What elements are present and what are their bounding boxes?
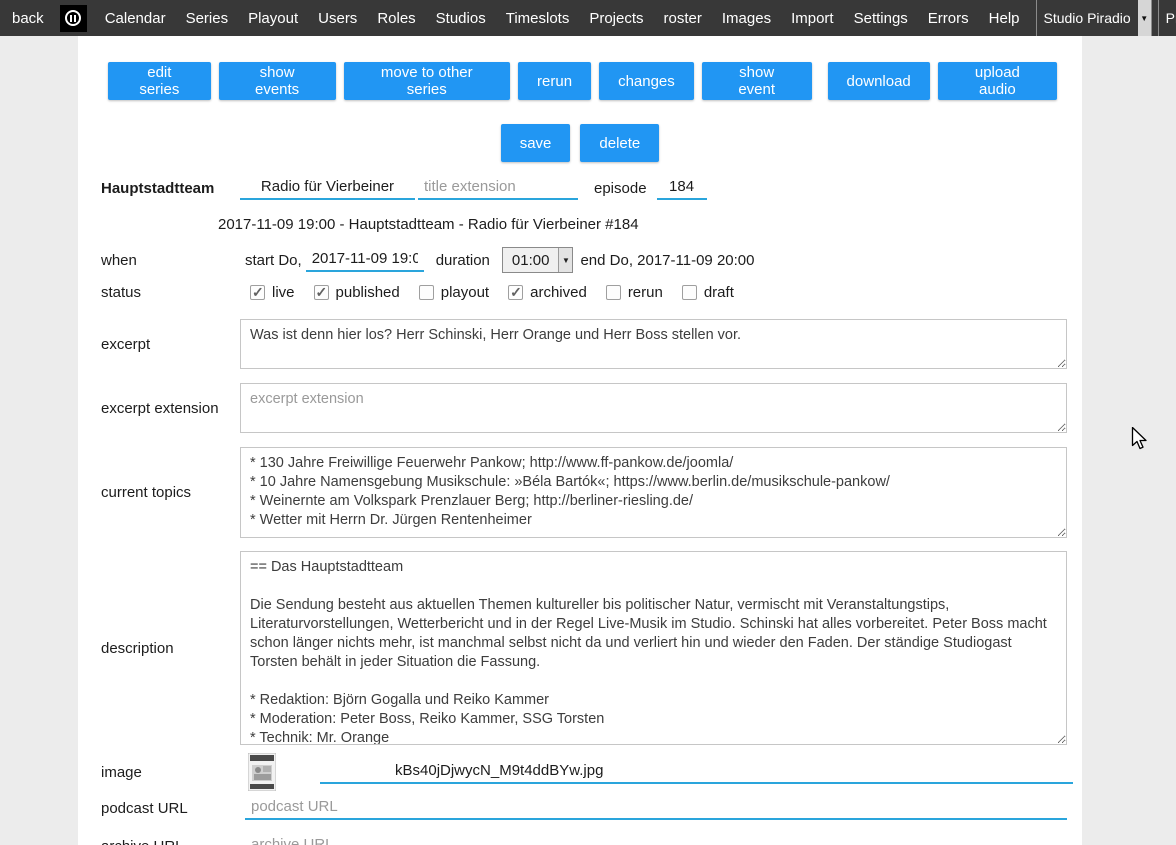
project-select-value: Project 88vier (1159, 0, 1176, 36)
checkbox-rerun-label: rerun (628, 284, 663, 301)
checkbox-live[interactable] (250, 285, 265, 300)
checkbox-published[interactable] (314, 285, 329, 300)
nav-series[interactable]: Series (176, 10, 239, 27)
back-link[interactable]: back (0, 10, 56, 27)
nav-settings[interactable]: Settings (844, 10, 918, 27)
checkbox-live-label: live (272, 284, 295, 301)
pause-circle-logo-icon[interactable] (60, 5, 87, 32)
mouse-cursor (1131, 427, 1150, 453)
nav-calendar[interactable]: Calendar (95, 10, 176, 27)
archive-url-row: archive URL (78, 834, 1082, 845)
nav-images[interactable]: Images (712, 10, 781, 27)
main-content: edit series show events move to other se… (78, 36, 1082, 845)
current-topics-label: current topics (78, 484, 240, 501)
download-button[interactable]: download (828, 62, 930, 100)
when-row: when start Do, duration 01:00 ▼ end Do, … (78, 247, 1082, 273)
delete-button[interactable]: delete (580, 124, 659, 162)
episode-input[interactable] (657, 176, 707, 200)
studio-select-value: Studio Piradio (1037, 0, 1138, 36)
excerpt-row: excerpt (78, 319, 1082, 369)
rerun-button[interactable]: rerun (518, 62, 591, 100)
edit-series-button[interactable]: edit series (108, 62, 211, 100)
event-summary: 2017-11-09 19:00 - Hauptstadtteam - Radi… (218, 216, 639, 233)
status-checkboxes: live published playout archived rerun dr… (250, 284, 753, 301)
save-button[interactable]: save (501, 124, 571, 162)
when-label: when (78, 252, 240, 269)
checkbox-draft-label: draft (704, 284, 734, 301)
top-navbar: back Calendar Series Playout Users Roles… (0, 0, 1176, 36)
move-to-other-series-button[interactable]: move to other series (344, 62, 511, 100)
upload-audio-button[interactable]: upload audio (938, 62, 1057, 100)
duration-label: duration (436, 252, 490, 269)
checkbox-draft[interactable] (682, 285, 697, 300)
studio-select[interactable]: Studio Piradio ▼ (1036, 0, 1152, 36)
nav-errors[interactable]: Errors (918, 10, 979, 27)
image-thumbnail[interactable] (248, 753, 276, 791)
duration-select-value: 01:00 (503, 248, 559, 272)
podcast-url-row: podcast URL (78, 796, 1082, 820)
current-topics-row: current topics (78, 447, 1082, 538)
checkbox-archived[interactable] (508, 285, 523, 300)
description-textarea[interactable] (240, 551, 1067, 745)
start-label: start Do, (245, 252, 302, 269)
checkbox-rerun[interactable] (606, 285, 621, 300)
duration-select[interactable]: 01:00 ▼ (502, 247, 574, 273)
nav-import[interactable]: Import (781, 10, 844, 27)
nav-timeslots[interactable]: Timeslots (496, 10, 580, 27)
chevron-down-icon: ▼ (1138, 0, 1151, 36)
show-events-button[interactable]: show events (219, 62, 336, 100)
image-filename-input[interactable] (320, 760, 1073, 784)
image-row: image (78, 753, 1082, 791)
description-row: description (78, 551, 1082, 745)
toolbar-row-1: edit series show events move to other se… (108, 62, 1057, 100)
nav-roster[interactable]: roster (654, 10, 712, 27)
status-label: status (78, 284, 240, 301)
podcast-url-label: podcast URL (78, 800, 240, 817)
checkbox-playout[interactable] (419, 285, 434, 300)
excerpt-label: excerpt (78, 336, 240, 353)
nav-roles[interactable]: Roles (367, 10, 425, 27)
archive-url-input[interactable] (245, 834, 1067, 845)
title-extension-input[interactable] (418, 176, 578, 200)
excerpt-extension-textarea[interactable] (240, 383, 1067, 433)
nav-help[interactable]: Help (979, 10, 1030, 27)
podcast-url-input[interactable] (245, 796, 1067, 820)
title-row: Hauptstadtteam episode (78, 176, 1082, 200)
chevron-down-icon: ▼ (558, 248, 572, 272)
current-topics-textarea[interactable] (240, 447, 1067, 538)
series-name-label: Hauptstadtteam (78, 180, 240, 197)
checkbox-playout-label: playout (441, 284, 489, 301)
nav-users[interactable]: Users (308, 10, 367, 27)
show-event-button[interactable]: show event (702, 62, 812, 100)
excerpt-textarea[interactable] (240, 319, 1067, 369)
excerpt-extension-label: excerpt extension (78, 400, 240, 417)
checkbox-published-label: published (336, 284, 400, 301)
changes-button[interactable]: changes (599, 62, 694, 100)
nav-studios[interactable]: Studios (426, 10, 496, 27)
toolbar-row-2: save delete (78, 124, 1082, 162)
project-select[interactable]: Project 88vier ▼ (1158, 0, 1176, 36)
description-label: description (78, 640, 240, 657)
excerpt-extension-row: excerpt extension (78, 383, 1082, 433)
start-datetime-input[interactable] (306, 248, 424, 272)
title-input[interactable] (240, 176, 415, 200)
episode-label: episode (594, 180, 647, 197)
archive-url-label: archive URL (78, 838, 240, 845)
checkbox-archived-label: archived (530, 284, 587, 301)
nav-playout[interactable]: Playout (238, 10, 308, 27)
status-row: status live published playout archived r… (78, 284, 1082, 301)
image-label: image (78, 764, 240, 781)
end-datetime-label: end Do, 2017-11-09 20:00 (580, 252, 754, 269)
nav-projects[interactable]: Projects (579, 10, 653, 27)
